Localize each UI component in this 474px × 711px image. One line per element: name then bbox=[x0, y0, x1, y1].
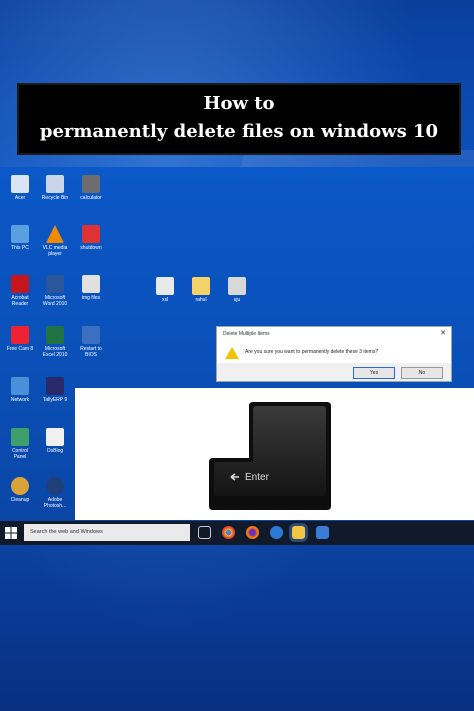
calculator-icon bbox=[82, 175, 100, 193]
camera-icon bbox=[11, 326, 29, 344]
firefox-icon[interactable] bbox=[246, 526, 259, 539]
desktop-icon-label: calculator bbox=[80, 195, 102, 201]
desktop-icon-this-pc[interactable]: This PC bbox=[0, 225, 40, 251]
tally-icon bbox=[46, 377, 64, 395]
drive-icon bbox=[228, 277, 246, 295]
dialog-message: Are you sure you want to permanently del… bbox=[245, 349, 379, 355]
word-icon bbox=[46, 275, 64, 293]
desktop-icon-label: Adobe Photosh... bbox=[43, 497, 67, 509]
dialog-footer: Yes No bbox=[217, 363, 451, 381]
warning-icon bbox=[225, 347, 239, 359]
key-panel: Enter bbox=[75, 388, 474, 520]
enter-key-label: Enter bbox=[245, 472, 270, 483]
desktop-icon-osblog[interactable]: OsBlog bbox=[35, 428, 75, 454]
desktop-icon-label: rahul bbox=[195, 297, 207, 303]
desktop-icon-network[interactable]: Network bbox=[0, 377, 40, 403]
file-icon bbox=[156, 277, 174, 295]
edge-icon[interactable] bbox=[270, 526, 283, 539]
acer-icon bbox=[11, 175, 29, 193]
desktop-icon-recycle-bin[interactable]: Recycle Bin bbox=[35, 175, 75, 201]
desktop-icon-label: TallyERP 9 bbox=[42, 397, 68, 403]
file-explorer-icon[interactable] bbox=[292, 526, 305, 539]
taskbar: Search the web and Windows bbox=[0, 521, 474, 545]
desktop-icon-free-cam[interactable]: Free Cam 8 bbox=[0, 326, 40, 352]
control-panel-icon bbox=[11, 428, 29, 446]
store-icon[interactable] bbox=[316, 526, 329, 539]
network-icon bbox=[11, 377, 29, 395]
desktop-icon-label: Free Cam 8 bbox=[6, 346, 34, 352]
desktop-icon-label: Acrobat Reader bbox=[11, 295, 29, 307]
windows-start-icon[interactable] bbox=[5, 527, 17, 539]
enter-key: Enter bbox=[209, 402, 331, 510]
desktop-icon-label: shutdown bbox=[80, 245, 102, 251]
desktop-icon-label: Acer bbox=[14, 195, 26, 201]
title-line-2: permanently delete files on windows 10 bbox=[39, 121, 439, 142]
document-icon bbox=[46, 428, 64, 446]
taskbar-search-input[interactable]: Search the web and Windows bbox=[24, 524, 190, 541]
yes-button[interactable]: Yes bbox=[353, 367, 395, 379]
photoshop-icon bbox=[46, 477, 64, 495]
power-icon bbox=[82, 225, 100, 243]
desktop-icon-word[interactable]: Microsoft Word 2010 bbox=[35, 275, 75, 307]
restart-icon bbox=[82, 326, 100, 344]
desktop-icon-label: img files bbox=[81, 295, 101, 301]
excel-icon bbox=[46, 326, 64, 344]
folder-icon bbox=[192, 277, 210, 295]
acrobat-icon bbox=[11, 275, 29, 293]
dialog-title: Delete Multiple Items bbox=[223, 331, 270, 337]
desktop-icon-rahul[interactable]: rahul bbox=[181, 277, 221, 303]
desktop-icon-control-panel[interactable]: Control Panel bbox=[0, 428, 40, 460]
cleanup-icon bbox=[11, 477, 29, 495]
desktop-icon-label: Microsoft Word 2010 bbox=[42, 295, 68, 307]
desktop-icon-vlc[interactable]: VLC media player bbox=[35, 225, 75, 257]
desktop-icon-excel[interactable]: Microsoft Excel 2010 bbox=[35, 326, 75, 358]
desktop-icon-label: Restart to BIOS bbox=[80, 346, 102, 358]
delete-dialog: Delete Multiple Items ✕ Are you sure you… bbox=[216, 326, 452, 382]
title-banner: How to permanently delete files on windo… bbox=[17, 83, 461, 155]
task-view-icon[interactable] bbox=[198, 526, 211, 539]
desktop-icon-cleanup[interactable]: Cleanup bbox=[0, 477, 40, 503]
desktop-icon-label: Recycle Bin bbox=[41, 195, 69, 201]
desktop-icon-xsl[interactable]: xsl bbox=[145, 277, 185, 303]
desktop-icon-shutdown[interactable]: shutdown bbox=[71, 225, 111, 251]
desktop-icon-label: Cleanup bbox=[10, 497, 30, 503]
desktop-icon-uju[interactable]: uju bbox=[217, 277, 257, 303]
title-line-1: How to bbox=[203, 93, 275, 114]
desktop-icon-label: Control Panel bbox=[11, 448, 29, 460]
computer-icon bbox=[11, 225, 29, 243]
desktop-icon-acrobat[interactable]: Acrobat Reader bbox=[0, 275, 40, 307]
desktop-icon-label: This PC bbox=[11, 245, 29, 251]
vlc-cone-icon bbox=[46, 225, 64, 243]
desktop-icon-label: OsBlog bbox=[46, 448, 64, 454]
recycle-bin-icon bbox=[46, 175, 64, 193]
desktop-icon-img-files[interactable]: img files bbox=[71, 275, 111, 301]
chrome-icon[interactable] bbox=[222, 526, 235, 539]
desktop-icon-calculator[interactable]: calculator bbox=[71, 175, 111, 201]
desktop-icon-tally[interactable]: TallyERP 9 bbox=[35, 377, 75, 403]
file-icon bbox=[82, 275, 100, 293]
desktop-icon-photoshop[interactable]: Adobe Photosh... bbox=[35, 477, 75, 509]
desktop-icon-label: xsl bbox=[161, 297, 169, 303]
desktop-icon-label: VLC media player bbox=[42, 245, 68, 257]
desktop-icon-label: uju bbox=[233, 297, 241, 303]
no-button[interactable]: No bbox=[401, 367, 443, 379]
desktop-icon-label: Microsoft Excel 2010 bbox=[42, 346, 68, 358]
close-icon[interactable]: ✕ bbox=[440, 329, 446, 337]
desktop-icon-acer[interactable]: Acer bbox=[0, 175, 40, 201]
desktop-icon-label: Network bbox=[10, 397, 30, 403]
desktop-icon-restart-bios[interactable]: Restart to BIOS bbox=[71, 326, 111, 358]
